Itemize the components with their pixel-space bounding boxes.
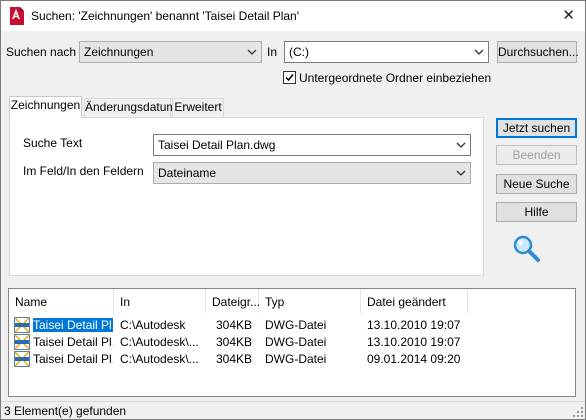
tab-drawings-label: Zeichnungen <box>10 98 81 112</box>
in-location-dropdown[interactable]: (C:) <box>284 41 489 63</box>
new-search-button[interactable]: Neue Suche <box>496 174 577 194</box>
chevron-down-icon <box>456 170 466 176</box>
search-text-label: Suche Text <box>23 136 83 150</box>
cell-modified: 09.01.2014 09:20 <box>367 352 461 366</box>
help-button[interactable]: Hilfe <box>496 202 577 222</box>
table-row[interactable]: Taisei Detail Pl... C:\Autodesk\... 304K… <box>9 334 575 350</box>
autocad-app-icon <box>10 7 24 25</box>
new-search-label: Neue Suche <box>503 177 570 191</box>
cell-size: 304KB <box>215 352 252 366</box>
status-bar: 3 Element(e) gefunden <box>1 401 585 419</box>
cell-size: 304KB <box>215 335 252 349</box>
search-for-label: Suchen nach <box>6 45 77 59</box>
chevron-down-icon <box>456 142 466 148</box>
search-text-input[interactable]: Taisei Detail Plan.dwg <box>153 134 471 156</box>
search-now-button[interactable]: Jetzt suchen <box>496 118 577 138</box>
column-header-type[interactable]: Typ <box>259 289 361 313</box>
chevron-down-icon <box>474 49 484 55</box>
dwg-file-icon <box>14 334 30 350</box>
help-label: Hilfe <box>524 205 549 219</box>
cell-type: DWG-Datei <box>265 335 327 349</box>
in-location-value: (C:) <box>289 45 309 59</box>
search-for-value: Zeichnungen <box>84 45 154 59</box>
cell-modified: 13.10.2010 19:07 <box>367 318 461 332</box>
window-title: Suchen: 'Zeichnungen' benannt 'Taisei De… <box>31 9 300 23</box>
cell-in: C:\Autodesk\... <box>120 335 199 349</box>
cell-size: 304KB <box>215 318 252 332</box>
subfolders-label[interactable]: Untergeordnete Ordner einbeziehen <box>299 71 491 85</box>
find-dialog: Suchen: 'Zeichnungen' benannt 'Taisei De… <box>0 0 586 420</box>
checkmark-icon <box>285 74 294 82</box>
cell-type: DWG-Datei <box>265 352 327 366</box>
stop-label: Beenden <box>512 148 561 162</box>
stop-button[interactable]: Beenden <box>496 145 577 165</box>
dwg-file-icon <box>14 317 30 333</box>
search-text-value: Taisei Detail Plan.dwg <box>158 138 276 152</box>
column-header-size[interactable]: Dateigr... <box>206 289 260 313</box>
in-label: In <box>267 45 278 59</box>
field-dropdown[interactable]: Dateiname <box>153 162 471 184</box>
title-bar[interactable]: Suchen: 'Zeichnungen' benannt 'Taisei De… <box>1 1 585 31</box>
tab-date-modified-label: Änderungsdatum <box>85 100 177 114</box>
browse-button[interactable]: Durchsuchen... <box>497 41 579 63</box>
table-row[interactable]: Taisei Detail Pl... C:\Autodesk 304KB DW… <box>9 317 575 333</box>
field-value: Dateiname <box>158 166 217 180</box>
browse-button-label: Durchsuchen... <box>498 45 579 59</box>
column-header-name[interactable]: Name <box>9 289 114 313</box>
column-header-in[interactable]: In <box>114 289 206 313</box>
close-icon[interactable]: ✕ <box>562 8 575 23</box>
results-list[interactable]: Name In Dateigr... Typ Datei geändert Ta… <box>8 288 576 397</box>
tab-advanced[interactable]: Erweitert <box>172 98 224 117</box>
cell-name: Taisei Detail Pl... <box>33 352 113 366</box>
cell-modified: 13.10.2010 19:07 <box>367 335 461 349</box>
tab-advanced-label: Erweitert <box>174 100 222 114</box>
magnifier-icon <box>513 235 540 262</box>
cell-name: Taisei Detail Pl... <box>33 335 113 349</box>
table-row[interactable]: Taisei Detail Pl... C:\Autodesk\... 304K… <box>9 351 575 367</box>
cell-name: Taisei Detail Pl... <box>33 318 113 332</box>
resize-grip-icon[interactable] <box>573 407 583 417</box>
field-label: Im Feld/In den Feldern <box>23 164 144 178</box>
cell-in: C:\Autodesk <box>120 318 186 332</box>
tab-drawings[interactable]: Zeichnungen <box>9 96 82 118</box>
cell-in: C:\Autodesk\... <box>120 352 199 366</box>
tab-date-modified[interactable]: Änderungsdatum <box>84 98 176 117</box>
column-header-modified[interactable]: Datei geändert <box>361 289 468 313</box>
search-now-label: Jetzt suchen <box>502 121 571 135</box>
cell-type: DWG-Datei <box>265 318 327 332</box>
search-for-dropdown[interactable]: Zeichnungen <box>79 41 262 63</box>
subfolders-checkbox[interactable] <box>283 71 296 84</box>
dwg-file-icon <box>14 351 30 367</box>
drawings-tab-panel: Suche Text Taisei Detail Plan.dwg Im Fel… <box>9 117 484 276</box>
chevron-down-icon <box>247 49 257 55</box>
status-text: 3 Element(e) gefunden <box>4 404 127 418</box>
